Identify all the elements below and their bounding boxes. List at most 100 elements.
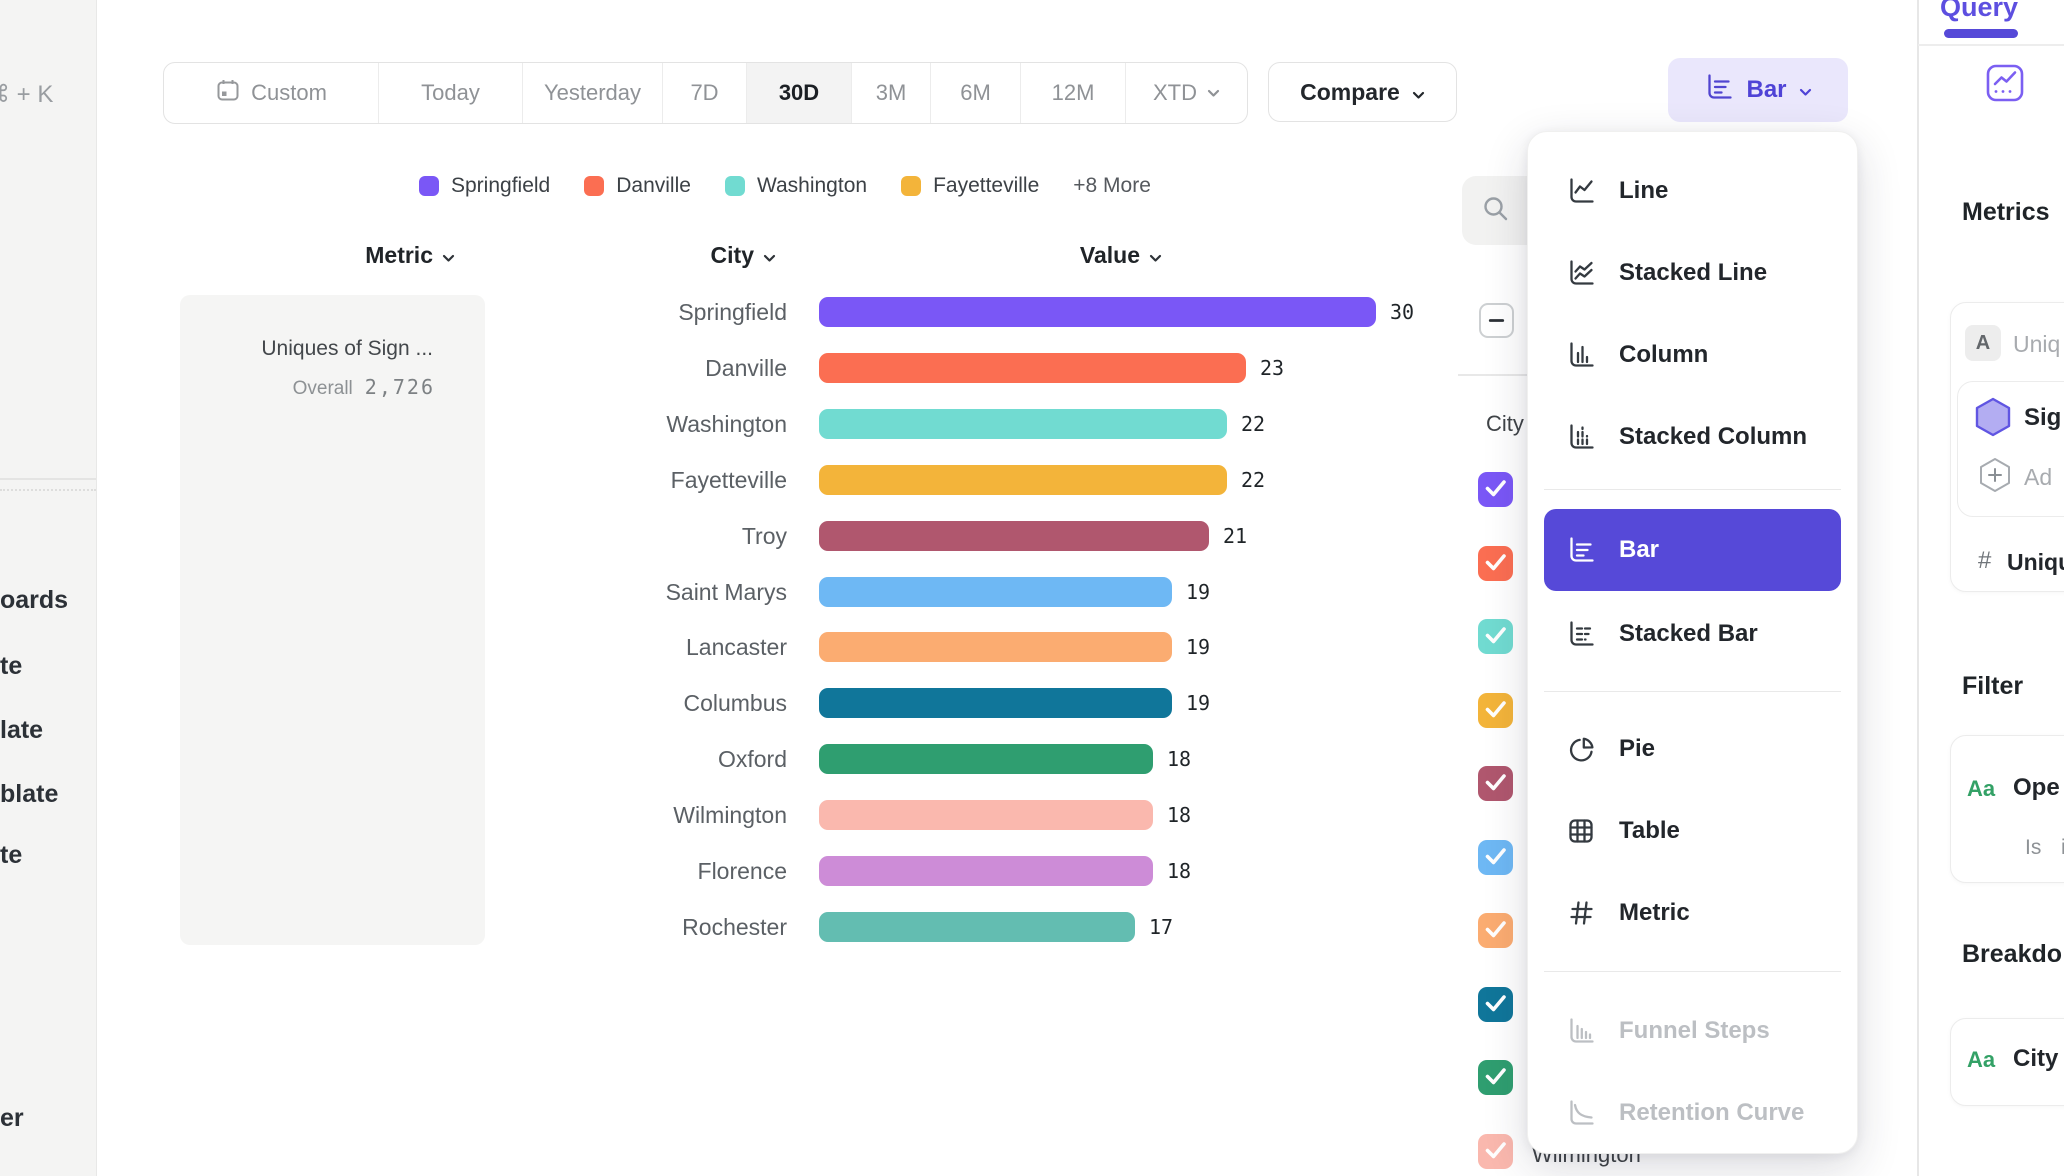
tab-query[interactable]: Query	[1940, 0, 2018, 23]
bar-segment[interactable]	[819, 297, 1376, 327]
menu-item-stacked-column[interactable]: Stacked Column	[1528, 407, 1857, 467]
legend-item[interactable]: Springfield	[419, 174, 550, 198]
bar-segment[interactable]	[819, 577, 1172, 607]
bar-segment[interactable]	[819, 353, 1246, 383]
date-range-6m[interactable]: 6M	[931, 63, 1021, 123]
bar-segment[interactable]	[819, 912, 1135, 942]
compare-button[interactable]: Compare	[1268, 62, 1457, 122]
calendar-icon	[215, 77, 241, 109]
menu-item-metric[interactable]: Metric	[1528, 883, 1857, 943]
menu-item-pie[interactable]: Pie	[1528, 719, 1857, 779]
pie-chart	[1566, 734, 1596, 764]
tab-query-underline	[1944, 29, 2018, 38]
series-checkbox[interactable]	[1478, 987, 1513, 1022]
date-range-12m[interactable]: 12M	[1021, 63, 1126, 123]
sidebar-item-fragment[interactable]: oards	[0, 586, 68, 615]
date-range-custom[interactable]: Custom	[164, 63, 379, 123]
add-event-icon[interactable]	[1978, 456, 2012, 499]
stacked-line-chart	[1566, 258, 1596, 288]
sidebar-item-fragment[interactable]: te	[0, 841, 22, 870]
event-card[interactable]: Sig Ad	[1957, 381, 2064, 517]
stacked-column-chart	[1566, 422, 1596, 452]
legend-item[interactable]: Washington	[725, 174, 867, 198]
column-chart	[1566, 340, 1596, 370]
bar-category-label: Washington	[103, 396, 787, 452]
select-all-checkbox[interactable]	[1479, 303, 1514, 338]
series-checkbox[interactable]	[1478, 619, 1513, 654]
date-range-xtd[interactable]: XTD	[1126, 63, 1247, 123]
check-icon	[1478, 1132, 1513, 1172]
date-range-yesterday[interactable]: Yesterday	[523, 63, 663, 123]
bar-segment[interactable]	[819, 632, 1172, 662]
menu-item-bar[interactable]: Bar	[1544, 509, 1841, 591]
menu-item-funnel-steps: Funnel Steps	[1528, 1001, 1857, 1061]
bar-value-label: 19	[1186, 619, 1210, 675]
chevron-down-icon	[1412, 79, 1425, 106]
bar-segment[interactable]	[819, 521, 1209, 551]
bar-value-label: 21	[1223, 508, 1247, 564]
bar-chart: Springfield30Danville23Washington22Fayet…	[103, 284, 1483, 974]
bar-segment[interactable]	[819, 744, 1153, 774]
bar-category-label: Troy	[103, 508, 787, 564]
chart-type-button[interactable]: Bar	[1668, 58, 1848, 122]
menu-item-label: Funnel Steps	[1619, 1017, 1770, 1045]
series-checkbox[interactable]	[1478, 766, 1513, 801]
column-header-metric[interactable]: Metric	[103, 240, 455, 270]
bar-row-saint-marys: Saint Marys 19	[103, 564, 1483, 620]
bar-row-washington: Washington 22	[103, 396, 1483, 452]
menu-item-stacked-line[interactable]: Stacked Line	[1528, 243, 1857, 303]
date-range-7d[interactable]: 7D	[663, 63, 747, 123]
bar-chart-icon	[1704, 72, 1734, 109]
menu-item-line[interactable]: Line	[1528, 161, 1857, 221]
column-header-city[interactable]: City	[500, 240, 776, 270]
bar-category-label: Saint Marys	[103, 564, 787, 620]
series-checkbox[interactable]	[1478, 693, 1513, 728]
filter-name-fragment: Ope	[2013, 774, 2060, 802]
bar-segment[interactable]	[819, 800, 1153, 830]
menu-item-label: Column	[1619, 341, 1708, 369]
sidebar-item-fragment[interactable]: late	[0, 716, 43, 745]
table-chart	[1566, 816, 1596, 846]
bar-value-label: 22	[1241, 396, 1265, 452]
bar-row-lancaster: Lancaster19	[103, 619, 1483, 675]
menu-divider	[1544, 971, 1841, 972]
check-icon	[1478, 544, 1513, 584]
series-checkbox[interactable]	[1478, 472, 1513, 507]
metric-letter-badge: A	[1965, 325, 2001, 361]
date-range-3m[interactable]: 3M	[852, 63, 931, 123]
legend-item[interactable]: Danville	[584, 174, 691, 198]
series-checkbox[interactable]	[1478, 840, 1513, 875]
column-header-value[interactable]: Value	[900, 240, 1162, 270]
check-icon	[1478, 691, 1513, 731]
check-icon	[1478, 764, 1513, 804]
breakdown-card[interactable]: Aa City	[1950, 1018, 2064, 1106]
menu-item-table[interactable]: Table	[1528, 801, 1857, 861]
bar-value-label: 19	[1186, 564, 1210, 620]
menu-item-stacked-bar[interactable]: Stacked Bar	[1528, 604, 1857, 664]
event-name-fragment: Sig	[2024, 404, 2061, 432]
legend-swatch	[901, 176, 921, 196]
breakdown-value: City	[2013, 1045, 2058, 1073]
bar-segment[interactable]	[819, 688, 1172, 718]
bar-row-fayetteville: Fayetteville22	[103, 452, 1483, 508]
series-checkbox[interactable]	[1478, 1134, 1513, 1169]
series-checkbox[interactable]	[1478, 913, 1513, 948]
filter-operator[interactable]: Is	[2025, 836, 2041, 860]
legend-item[interactable]: Fayetteville	[901, 174, 1039, 198]
insights-icon[interactable]	[1986, 64, 2024, 107]
bar-segment[interactable]	[819, 856, 1153, 886]
sidebar-item-fragment[interactable]: blate	[0, 780, 58, 809]
bar-segment[interactable]	[819, 409, 1227, 439]
filter-card[interactable]: Aa Ope Is i	[1950, 735, 2064, 883]
menu-item-label: Pie	[1619, 735, 1655, 763]
sidebar-item-fragment[interactable]: er	[0, 1104, 24, 1133]
legend-more[interactable]: +8 More	[1073, 174, 1151, 198]
sidebar-item-fragment[interactable]: te	[0, 652, 22, 681]
series-checkbox[interactable]	[1478, 546, 1513, 581]
menu-item-column[interactable]: Column	[1528, 325, 1857, 385]
date-range-30d[interactable]: 30D	[747, 63, 852, 123]
bar-category-label: Wilmington	[103, 787, 787, 843]
series-checkbox[interactable]	[1478, 1060, 1513, 1095]
date-range-today[interactable]: Today	[379, 63, 523, 123]
bar-segment[interactable]	[819, 465, 1227, 495]
